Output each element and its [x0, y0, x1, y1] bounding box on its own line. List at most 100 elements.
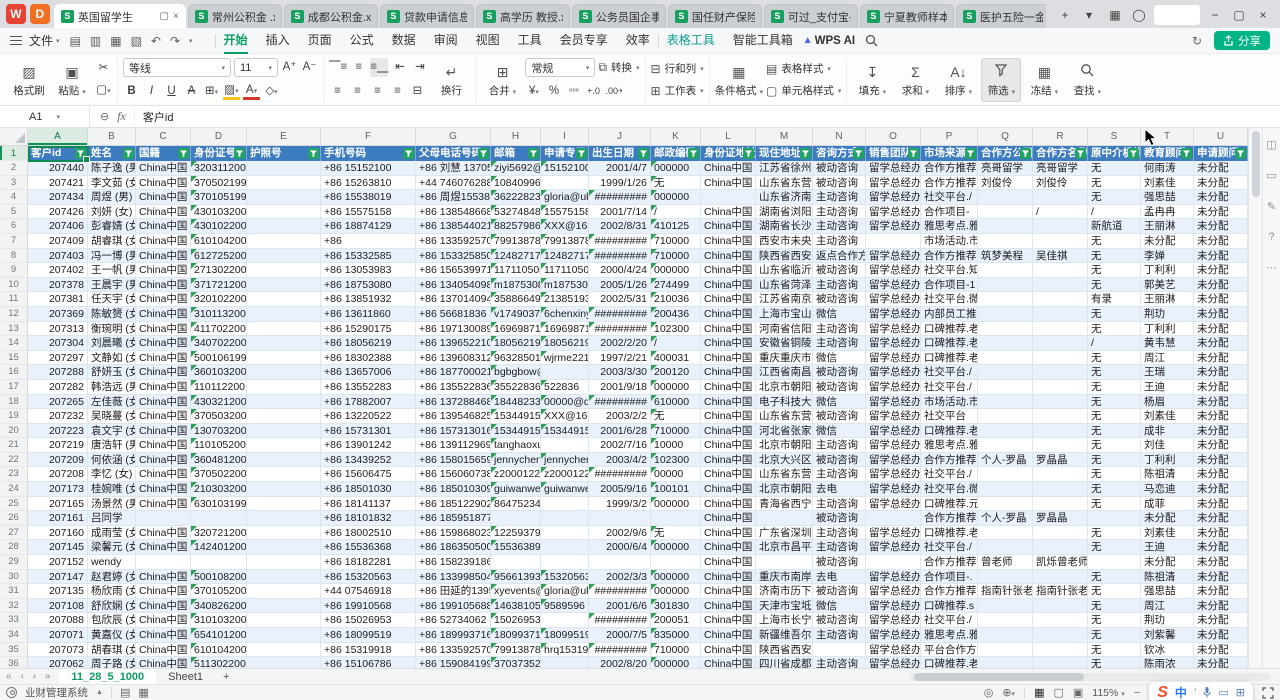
- cell-P32[interactable]: 口碑推荐.s: [921, 599, 978, 614]
- cell-A8[interactable]: 207403: [28, 249, 88, 264]
- minimize-button[interactable]: −: [1204, 5, 1226, 25]
- cell-N31[interactable]: 被动咨询: [813, 584, 866, 599]
- tab-list-caret-icon[interactable]: ▾: [1078, 5, 1100, 25]
- cell-U16[interactable]: 未分配: [1194, 365, 1248, 380]
- cell-K11[interactable]: 210036: [651, 292, 701, 307]
- cell-G32[interactable]: +86 1991056889: [416, 599, 491, 614]
- cell-T12[interactable]: 荆玏: [1141, 307, 1194, 322]
- cell-R28[interactable]: [1033, 540, 1088, 555]
- row-number-6[interactable]: 6: [0, 219, 28, 234]
- cell-P2[interactable]: 合作方推荐: [921, 161, 978, 176]
- ime-toolbox-icon[interactable]: ⊞: [1236, 686, 1245, 699]
- cell-O4[interactable]: 留学总经办: [866, 190, 921, 205]
- cell-K30[interactable]: 000000: [651, 570, 701, 585]
- cell-M27[interactable]: 广东省深圳: [756, 526, 813, 541]
- cell-F3[interactable]: +86 15263810: [321, 176, 416, 191]
- cell-K23[interactable]: 00000: [651, 467, 701, 482]
- cell-T3[interactable]: 刘素佳: [1141, 176, 1194, 191]
- cell-B36[interactable]: 周子路 (女: [88, 657, 136, 668]
- cell-N27[interactable]: 主动咨询: [813, 526, 866, 541]
- cell-L5[interactable]: China中国: [701, 205, 756, 220]
- sort-button[interactable]: A↓排序 ▾: [938, 58, 978, 102]
- cell-K16[interactable]: 200120: [651, 365, 701, 380]
- cell-S16[interactable]: 无: [1088, 365, 1141, 380]
- doc-tab[interactable]: S 英国留学生 ▢×: [54, 4, 186, 28]
- cell-F11[interactable]: +86 13851932: [321, 292, 416, 307]
- cell-K31[interactable]: 000000: [651, 584, 701, 599]
- cell-I30[interactable]: 153205639: [541, 570, 589, 585]
- header-cell-J1[interactable]: 出生日期: [589, 146, 651, 161]
- cell-S31[interactable]: 无: [1088, 584, 1141, 599]
- cell-R11[interactable]: [1033, 292, 1088, 307]
- filter-dropdown-button[interactable]: [800, 148, 811, 159]
- doc-tab[interactable]: S 医护五险一金.xlsx: [956, 4, 1046, 28]
- menu-tab-效率[interactable]: 效率: [626, 28, 650, 54]
- cell-C27[interactable]: China中国: [136, 526, 191, 541]
- cell-D17[interactable]: 110112200109181419: [191, 380, 247, 395]
- cell-I4[interactable]: gloria@uk: [541, 190, 589, 205]
- col-header-E[interactable]: E: [247, 128, 321, 145]
- cell-R23[interactable]: [1033, 467, 1088, 482]
- filter-dropdown-button[interactable]: [75, 148, 86, 159]
- fullscreen-icon[interactable]: [1262, 687, 1274, 699]
- cell-I18[interactable]: 00000@qq: [541, 395, 589, 410]
- cell-F15[interactable]: +86 18302388: [321, 351, 416, 366]
- cell-H21[interactable]: tanghaoxu: [491, 438, 541, 453]
- quick-access-caret-icon[interactable]: ▾: [189, 37, 193, 45]
- cell-Q32[interactable]: [978, 599, 1033, 614]
- cell-Q11[interactable]: [978, 292, 1033, 307]
- cell-P19[interactable]: 社交平台: [921, 409, 978, 424]
- cell-M35[interactable]: 陕西省西安: [756, 643, 813, 658]
- cell-J34[interactable]: 2000/7/5: [589, 628, 651, 643]
- cell-A36[interactable]: 207062: [28, 657, 88, 668]
- cell-A28[interactable]: 207145: [28, 540, 88, 555]
- col-header-O[interactable]: O: [866, 128, 921, 145]
- cell-I21[interactable]: [541, 438, 589, 453]
- header-cell-N1[interactable]: 咨询方式: [813, 146, 866, 161]
- cell-F4[interactable]: +86 15538019: [321, 190, 416, 205]
- find-button[interactable]: 查找 ▾: [1067, 58, 1107, 102]
- cell-I26[interactable]: [541, 511, 589, 526]
- cell-R27[interactable]: [1033, 526, 1088, 541]
- cell-I31[interactable]: gloria@uki: [541, 584, 589, 599]
- cell-T30[interactable]: 陈祖清: [1141, 570, 1194, 585]
- cell-T7[interactable]: 未分配: [1141, 234, 1194, 249]
- menu-tab-会员专享[interactable]: 会员专享: [560, 28, 608, 54]
- cell-U23[interactable]: 未分配: [1194, 467, 1248, 482]
- cell-I3[interactable]: [541, 176, 589, 191]
- cell-S22[interactable]: 无: [1088, 453, 1141, 468]
- cell-B10[interactable]: 王晨宇 (男: [88, 278, 136, 293]
- cell-G25[interactable]: +86 1851229020: [416, 497, 491, 512]
- cell-K9[interactable]: 000000: [651, 263, 701, 278]
- increase-font-icon[interactable]: A⁺: [281, 58, 298, 77]
- cell-F7[interactable]: +86: [321, 234, 416, 249]
- filter-dropdown-button[interactable]: [1020, 148, 1031, 159]
- cell-N24[interactable]: 去电: [813, 482, 866, 497]
- cell-D3[interactable]: 370502199901260083: [191, 176, 247, 191]
- cell-P15[interactable]: 口碑推荐.老: [921, 351, 978, 366]
- cell-E28[interactable]: [247, 540, 321, 555]
- cell-L17[interactable]: China中国: [701, 380, 756, 395]
- cell-B18[interactable]: 左佳薇 (女: [88, 395, 136, 410]
- header-cell-I1[interactable]: 申请专用: [541, 146, 589, 161]
- cell-Q31[interactable]: 指南针张老: [978, 584, 1033, 599]
- row-number-3[interactable]: 3: [0, 176, 28, 191]
- cell-C6[interactable]: China中国: [136, 219, 191, 234]
- cell-U32[interactable]: 未分配: [1194, 599, 1248, 614]
- layout-switch-icon[interactable]: ▦: [1104, 5, 1126, 25]
- italic-button[interactable]: I: [143, 82, 160, 101]
- conditional-format-button[interactable]: ▦条件格式 ▾: [715, 58, 763, 102]
- cell-N9[interactable]: 被动咨询: [813, 263, 866, 278]
- cell-K13[interactable]: 102300: [651, 322, 701, 337]
- filter-dropdown-button[interactable]: [638, 148, 649, 159]
- row-number-19[interactable]: 19: [0, 409, 28, 424]
- cell-I7[interactable]: 799138782: [541, 234, 589, 249]
- col-header-H[interactable]: H: [491, 128, 541, 145]
- cell-G13[interactable]: +86 1971300890: [416, 322, 491, 337]
- row-number-18[interactable]: 18: [0, 395, 28, 410]
- cell-H25[interactable]: 864752343: [491, 497, 541, 512]
- cell-T6[interactable]: 王丽淋: [1141, 219, 1194, 234]
- cell-K10[interactable]: 274499: [651, 278, 701, 293]
- cell-T22[interactable]: 丁利利: [1141, 453, 1194, 468]
- strikethrough-button[interactable]: A: [183, 82, 200, 101]
